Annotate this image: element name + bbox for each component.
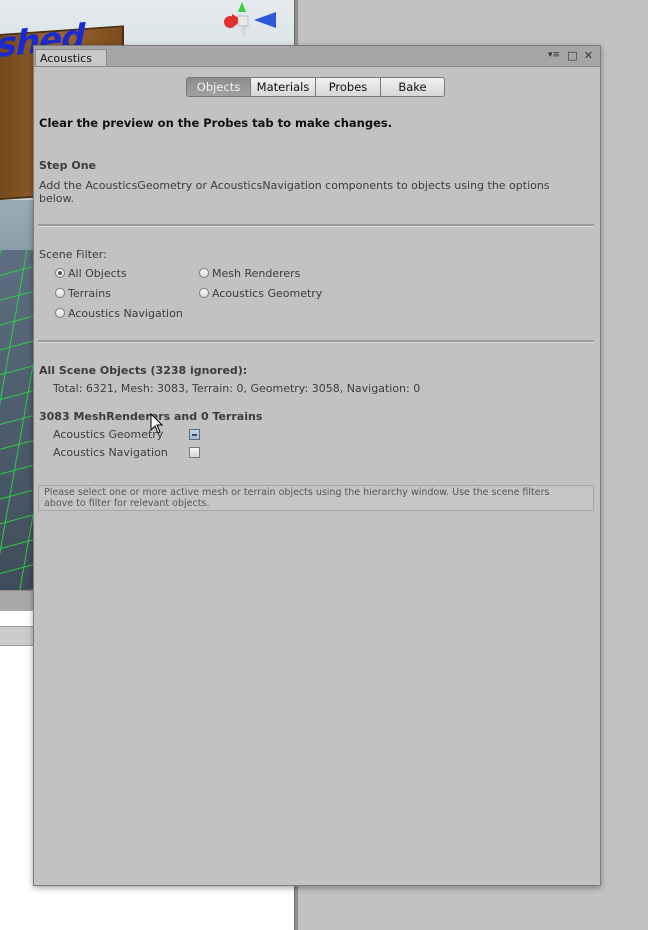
tab-materials[interactable]: Materials xyxy=(251,77,316,97)
radio-all-objects[interactable] xyxy=(55,268,65,278)
radio-mesh-renderers[interactable] xyxy=(199,268,209,278)
object-totals: Total: 6321, Mesh: 3083, Terrain: 0, Geo… xyxy=(53,382,421,395)
scene-gizmo-icon[interactable] xyxy=(210,0,290,44)
window-menu-icon[interactable]: ▾≡ xyxy=(546,49,562,62)
window-title-bar[interactable]: Acoustics ▾≡ □ ✕ xyxy=(34,46,600,67)
acoustics-window: Acoustics ▾≡ □ ✕ Objects Materials Probe… xyxy=(33,45,601,886)
filter-terrains[interactable]: Terrains xyxy=(55,286,111,300)
section-divider xyxy=(38,340,594,343)
filter-mesh-renderers-label: Mesh Renderers xyxy=(212,266,301,280)
help-text-line1: Please select one or more active mesh or… xyxy=(44,487,550,498)
close-icon[interactable]: ✕ xyxy=(582,49,595,62)
filter-terrains-label: Terrains xyxy=(68,286,111,300)
window-tab-acoustics[interactable]: Acoustics xyxy=(35,49,107,66)
section-divider xyxy=(38,224,594,227)
radio-acoustics-geometry[interactable] xyxy=(199,288,209,298)
step-description-line1: Add the AcousticsGeometry or AcousticsNa… xyxy=(39,179,550,192)
radio-acoustics-navigation[interactable] xyxy=(55,308,65,318)
filter-all-objects-label: All Objects xyxy=(68,266,127,280)
all-scene-objects-heading: All Scene Objects (3238 ignored): xyxy=(39,364,248,377)
step-title: Step One xyxy=(39,159,96,172)
radio-terrains[interactable] xyxy=(55,288,65,298)
maximize-icon[interactable]: □ xyxy=(566,49,579,62)
filter-mesh-renderers[interactable]: Mesh Renderers xyxy=(199,266,300,280)
tab-objects[interactable]: Objects xyxy=(186,77,251,97)
acoustics-geometry-label: Acoustics Geometry xyxy=(53,428,164,441)
filter-acoustics-geometry-label: Acoustics Geometry xyxy=(212,286,323,300)
scene-filter-label: Scene Filter: xyxy=(39,248,107,261)
mouse-cursor-icon xyxy=(150,413,164,434)
filter-acoustics-navigation-label: Acoustics Navigation xyxy=(68,306,183,320)
tab-bake[interactable]: Bake xyxy=(381,77,445,97)
acoustics-navigation-label: Acoustics Navigation xyxy=(53,446,168,459)
filter-all-objects[interactable]: All Objects xyxy=(55,266,127,280)
acoustics-geometry-checkbox[interactable] xyxy=(189,429,200,440)
filter-acoustics-geometry[interactable]: Acoustics Geometry xyxy=(199,286,322,300)
step-description-line2: below. xyxy=(39,192,75,205)
filter-acoustics-navigation[interactable]: Acoustics Navigation xyxy=(55,306,183,320)
notice-text: Clear the preview on the Probes tab to m… xyxy=(39,116,393,130)
tab-probes[interactable]: Probes xyxy=(316,77,381,97)
tab-toolbar: Objects Materials Probes Bake xyxy=(186,77,445,97)
help-text-line2: above to filter for relevant objects. xyxy=(44,498,210,509)
acoustics-navigation-checkbox[interactable] xyxy=(189,447,200,458)
help-box: Please select one or more active mesh or… xyxy=(38,485,594,511)
